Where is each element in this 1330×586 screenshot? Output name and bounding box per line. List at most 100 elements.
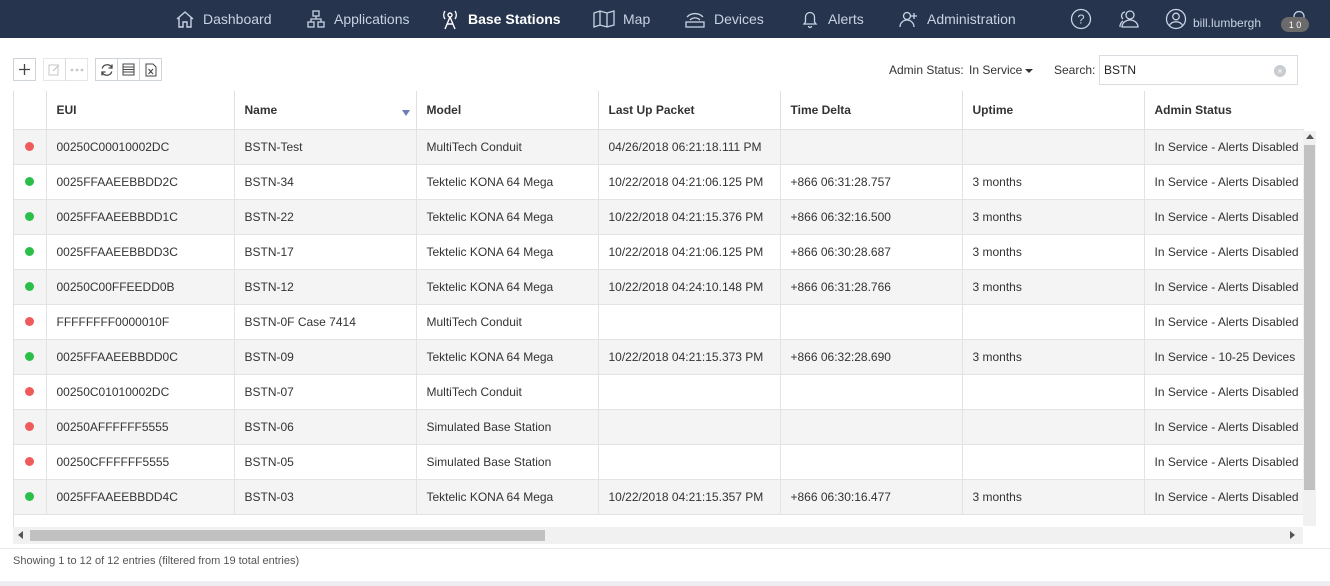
more-icon bbox=[70, 68, 83, 71]
table-row[interactable]: 0025FFAAEEBBDD3C BSTN-17 Tektelic KONA 64 … bbox=[14, 234, 1304, 270]
cell-name: BSTN-0F Case 7414 bbox=[234, 304, 417, 340]
table-row[interactable]: 0025FFAAEEBBDD4C BSTN-03 Tektelic KONA 64 … bbox=[14, 479, 1304, 515]
cell-last-up bbox=[598, 304, 781, 340]
table-row[interactable]: 00250CFFFFFF5555 BSTN-05 Simulated Base St… bbox=[14, 444, 1304, 480]
cell-model: Tektelic KONA 64 Mega bbox=[416, 479, 599, 515]
cell-delta bbox=[780, 444, 963, 480]
vertical-scroll-thumb[interactable] bbox=[1304, 145, 1315, 490]
cell-delta bbox=[780, 374, 963, 410]
cell-admin: In Service - Alerts Disabled bbox=[1144, 374, 1304, 410]
cell-name: BSTN-07 bbox=[234, 374, 417, 410]
table-row[interactable]: 00250C00FFEEDD0B BSTN-12 Tektelic KONA 64 … bbox=[14, 269, 1304, 305]
status-dot-icon bbox=[25, 282, 35, 291]
cell-admin: In Service - Alerts Disabled bbox=[1144, 444, 1304, 480]
status-cell bbox=[14, 199, 47, 235]
cell-model: MultiTech Conduit bbox=[416, 374, 599, 410]
scroll-left-icon[interactable] bbox=[18, 531, 23, 539]
cell-model: Tektelic KONA 64 Mega bbox=[416, 164, 599, 200]
add-button[interactable] bbox=[13, 58, 36, 81]
table-row[interactable]: 00250C01010002DC BSTN-07 MultiTech Conduit… bbox=[14, 374, 1304, 410]
column-header-time-delta[interactable]: Time Delta bbox=[780, 91, 963, 130]
nav-devices[interactable]: Devices bbox=[684, 0, 764, 38]
users-button[interactable] bbox=[1117, 0, 1141, 38]
table-row[interactable]: 00250C00010002DC BSTN-Test MultiTech Condu… bbox=[14, 129, 1304, 165]
cell-uptime bbox=[962, 304, 1145, 340]
cell-last-up bbox=[598, 374, 781, 410]
export-excel-button[interactable] bbox=[139, 58, 162, 81]
cell-delta: +866 06:32:28.690 bbox=[780, 339, 963, 375]
cell-uptime bbox=[962, 444, 1145, 480]
refresh-button[interactable] bbox=[95, 58, 118, 81]
status-dot-icon bbox=[25, 352, 35, 361]
cell-name: BSTN-06 bbox=[234, 409, 417, 445]
column-header-uptime[interactable]: Uptime bbox=[962, 91, 1145, 130]
table-row[interactable]: FFFFFFFF0000010F BSTN-0F Case 7414 MultiTe… bbox=[14, 304, 1304, 340]
status-dot-icon bbox=[25, 212, 35, 221]
add-user-icon bbox=[899, 11, 917, 28]
base-stations-table: EUI Name Model Last Up Packet Time Delta… bbox=[13, 91, 1304, 527]
help-button[interactable]: ? bbox=[1070, 0, 1092, 38]
user-menu[interactable]: bill.lumbergh bbox=[1165, 0, 1261, 38]
cell-delta bbox=[780, 304, 963, 340]
table-row[interactable]: 0025FFAAEEBBDD1C BSTN-22 Tektelic KONA 64 … bbox=[14, 199, 1304, 235]
status-cell bbox=[14, 374, 47, 410]
columns-icon bbox=[122, 63, 135, 76]
add-icon bbox=[19, 64, 30, 75]
nav-label: Base Stations bbox=[468, 11, 561, 27]
status-dot-icon bbox=[25, 247, 35, 256]
table-toolbar bbox=[13, 58, 169, 82]
nav-dashboard[interactable]: Dashboard bbox=[175, 0, 272, 38]
cell-admin: In Service - Alerts Disabled bbox=[1144, 199, 1304, 235]
nav-applications[interactable]: Applications bbox=[306, 0, 410, 38]
search-box: × bbox=[1099, 55, 1298, 85]
cell-model: Tektelic KONA 64 Mega bbox=[416, 234, 599, 270]
cell-name: BSTN-22 bbox=[234, 199, 417, 235]
column-header-admin-status[interactable]: Admin Status bbox=[1144, 91, 1304, 130]
column-header-status[interactable] bbox=[14, 91, 47, 130]
cell-eui: 00250AFFFFFF5555 bbox=[46, 409, 235, 445]
more-button[interactable] bbox=[65, 58, 88, 81]
columns-button[interactable] bbox=[117, 58, 140, 81]
cell-name: BSTN-12 bbox=[234, 269, 417, 305]
cell-uptime: 3 months bbox=[962, 199, 1145, 235]
cell-delta: +866 06:30:28.687 bbox=[780, 234, 963, 270]
scroll-up-icon[interactable] bbox=[1306, 134, 1314, 139]
cell-delta bbox=[780, 129, 963, 165]
nav-alerts[interactable]: Alerts bbox=[800, 0, 864, 38]
cell-uptime: 3 months bbox=[962, 234, 1145, 270]
edit-button[interactable] bbox=[43, 58, 66, 81]
column-header-model[interactable]: Model bbox=[416, 91, 599, 130]
cell-eui: 00250C00010002DC bbox=[46, 129, 235, 165]
table-info: Showing 1 to 12 of 12 entries (filtered … bbox=[13, 555, 300, 567]
table-row[interactable]: 0025FFAAEEBBDD2C BSTN-34 Tektelic KONA 64 … bbox=[14, 164, 1304, 200]
admin-status-dropdown[interactable]: In Service bbox=[969, 63, 1034, 77]
cell-eui: 0025FFAAEEBBDD3C bbox=[46, 234, 235, 270]
cell-admin: In Service - Alerts Disabled bbox=[1144, 129, 1304, 165]
table-row[interactable]: 0025FFAAEEBBDD0C BSTN-09 Tektelic KONA 64 … bbox=[14, 339, 1304, 375]
cell-admin: In Service - Alerts Disabled bbox=[1144, 269, 1304, 305]
horizontal-scroll-thumb[interactable] bbox=[30, 530, 545, 541]
cell-name: BSTN-34 bbox=[234, 164, 417, 200]
cell-admin: In Service - Alerts Disabled bbox=[1144, 164, 1304, 200]
cell-admin: In Service - Alerts Disabled bbox=[1144, 304, 1304, 340]
nav-administration[interactable]: Administration bbox=[899, 0, 1016, 38]
cell-eui: 0025FFAAEEBBDD0C bbox=[46, 339, 235, 375]
cell-uptime: 3 months bbox=[962, 339, 1145, 375]
column-header-eui[interactable]: EUI bbox=[46, 91, 235, 130]
status-cell bbox=[14, 304, 47, 340]
nav-map[interactable]: Map bbox=[593, 0, 650, 38]
nav-label: Alerts bbox=[828, 11, 864, 27]
table-row[interactable]: 00250AFFFFFF5555 BSTN-06 Simulated Base St… bbox=[14, 409, 1304, 445]
column-header-name[interactable]: Name bbox=[234, 91, 417, 130]
scroll-right-icon[interactable] bbox=[1290, 531, 1295, 539]
status-cell bbox=[14, 339, 47, 375]
search-input[interactable] bbox=[1102, 62, 1276, 78]
nav-label: Administration bbox=[927, 11, 1016, 27]
cell-model: MultiTech Conduit bbox=[416, 304, 599, 340]
base-station-icon bbox=[443, 10, 457, 30]
cell-name: BSTN-Test bbox=[234, 129, 417, 165]
cell-delta: +866 06:31:28.766 bbox=[780, 269, 963, 305]
clear-search-icon[interactable]: × bbox=[1274, 65, 1286, 77]
nav-base-stations[interactable]: Base Stations bbox=[440, 0, 561, 38]
column-header-last-up-packet[interactable]: Last Up Packet bbox=[598, 91, 781, 130]
